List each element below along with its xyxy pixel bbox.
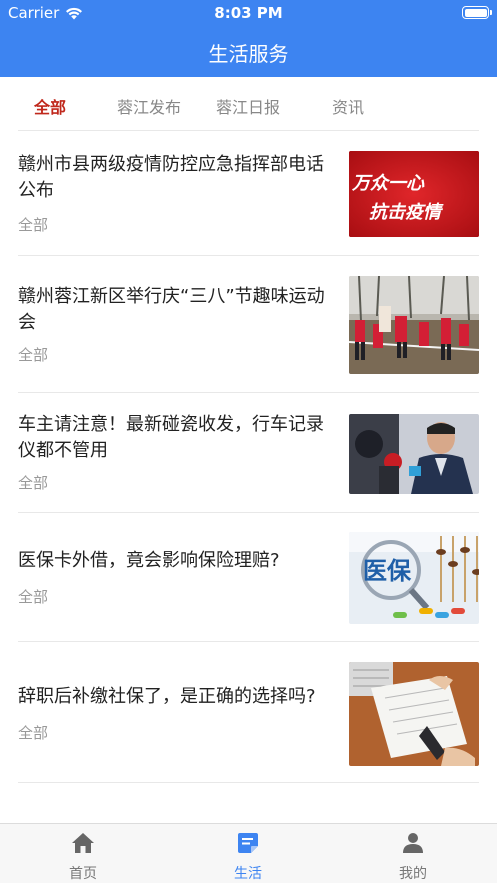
list-separator [18,392,479,393]
tab-rongjiang-release[interactable]: 蓉江发布 [109,94,189,118]
article-tag: 全部 [18,346,49,364]
nav-header: Carrier 8:03 PM 生活服务 [0,0,497,77]
list-separator [18,782,479,783]
list-separator [18,255,479,256]
tab-all[interactable]: 全部 [10,94,90,118]
image-caption-3: 医保 [363,557,412,585]
profile-icon [403,833,423,853]
article-thumbnail [349,662,479,766]
tabs-divider [18,130,479,131]
image-caption-1: 万众一心 [351,173,425,194]
tabbar-home[interactable]: 首页 [33,832,133,883]
article-title: 赣州市县两级疫情防控应急指挥部电话公布 [18,154,324,201]
article-thumbnail: 医保 [349,532,479,624]
bottom-tab-bar: 首页 生活 我的 [0,823,497,883]
article-thumbnail: 万众一心 抗击疫情 [349,151,479,237]
list-item[interactable]: 赣州蓉江新区举行庆“三八”节趣味运动会 全部 [18,272,479,376]
list-item[interactable]: 车主请注意！最新碰瓷收发，行车记录仪都不管用 全部 [18,410,479,500]
category-tabs: 全部 蓉江发布 蓉江日报 资讯 [0,77,497,131]
tabbar-profile[interactable]: 我的 [363,832,463,883]
article-title: 医保卡外借，竟会影响保险理赔? [18,550,280,571]
list-item[interactable]: 辞职后补缴社保了，是正确的选择吗? 全部 [18,660,479,768]
article-thumbnail [349,414,479,494]
tab-rongjiang-daily[interactable]: 蓉江日报 [208,94,288,118]
article-tag: 全部 [18,216,49,234]
article-thumbnail [349,276,479,374]
home-icon [72,833,94,853]
article-title: 车主请注意！最新碰瓷收发，行车记录仪都不管用 [18,414,324,461]
life-icon [238,833,258,853]
list-item[interactable]: 赣州市县两级疫情防控应急指挥部电话公布 全部 万众一心 抗击疫情 [18,150,479,240]
list-item[interactable]: 医保卡外借，竟会影响保险理赔? 全部 医保 [18,530,479,626]
page-title: 生活服务 [208,42,289,66]
list-separator [18,512,479,513]
tabbar-life-label: 生活 [234,866,262,882]
status-bar: Carrier 8:03 PM [0,0,497,26]
battery-icon [462,6,492,19]
tabbar-profile-label: 我的 [399,866,427,882]
article-tag: 全部 [18,724,49,742]
article-title: 赣州蓉江新区举行庆“三八”节趣味运动会 [18,286,325,333]
tabbar-home-label: 首页 [69,866,97,882]
image-caption-2: 抗击疫情 [369,202,444,223]
article-title: 辞职后补缴社保了，是正确的选择吗? [18,686,316,707]
article-tag: 全部 [18,474,49,492]
tabbar-life[interactable]: 生活 [198,832,298,883]
article-tag: 全部 [18,588,49,606]
status-time: 8:03 PM [214,4,283,22]
list-separator [18,641,479,642]
tab-news[interactable]: 资讯 [308,94,388,118]
